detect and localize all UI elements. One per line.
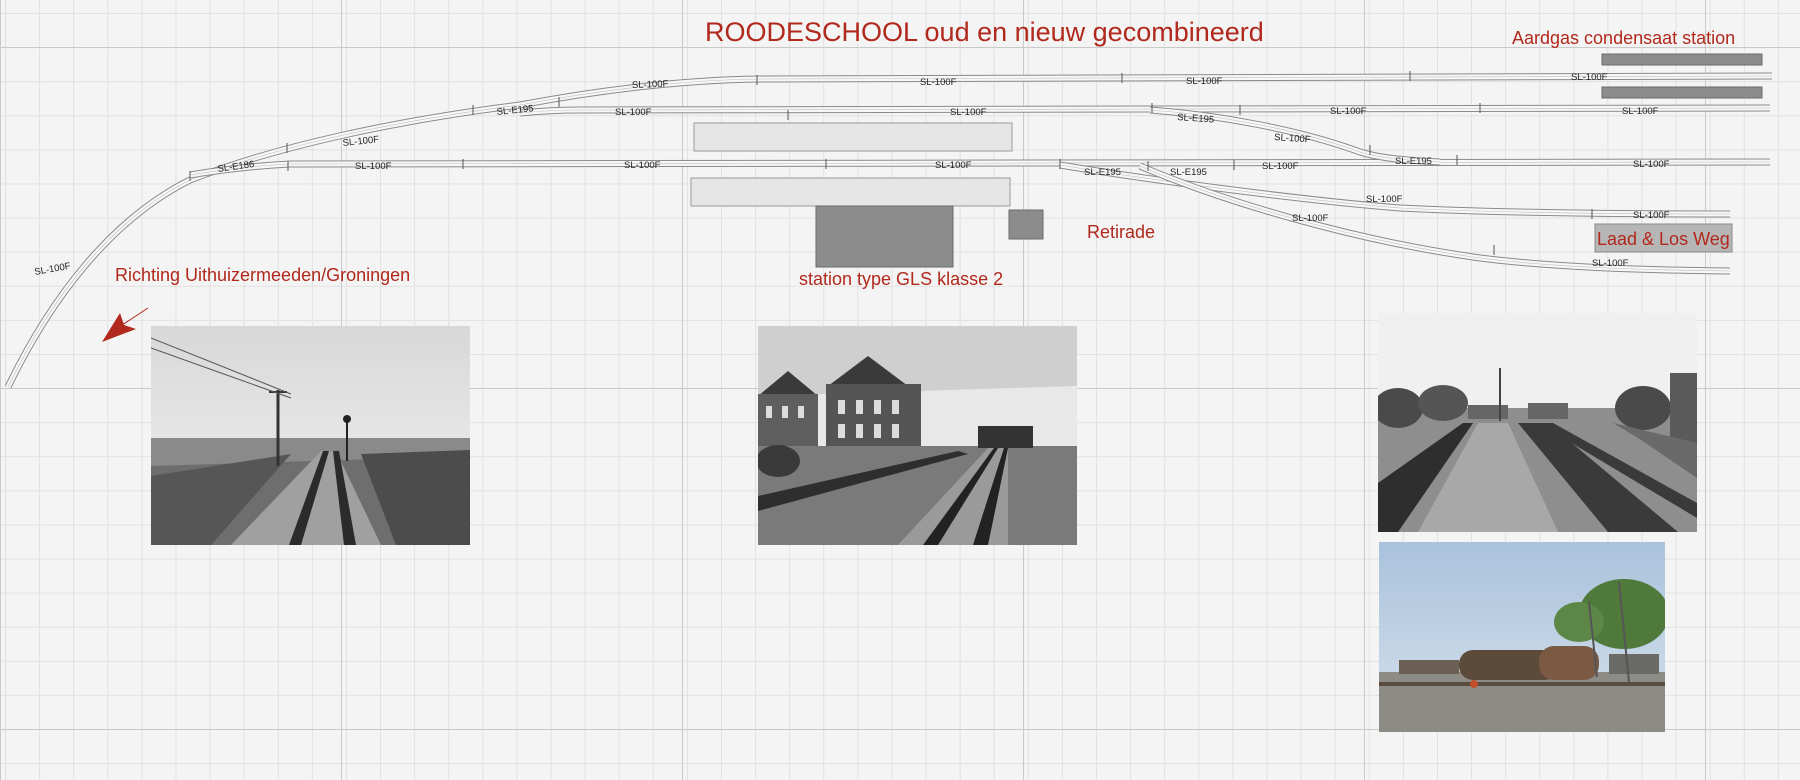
track-label: SL-100F <box>615 107 652 118</box>
track-label: SL-E195 <box>1395 156 1432 167</box>
gas-station-building-1 <box>1601 53 1763 66</box>
track-label: SL-100F <box>920 77 957 88</box>
photo-station-tracks <box>1378 313 1697 532</box>
track-label: SL-100F <box>632 79 669 91</box>
track-label: SL-100F <box>1186 76 1223 87</box>
track-label: SL-100F <box>1633 159 1670 170</box>
track-label: SL-100F <box>1633 210 1670 221</box>
photo-tank-wagons <box>1379 542 1665 732</box>
platform-upper <box>693 122 1013 152</box>
track-label: SL-100F <box>1592 258 1629 269</box>
track-label: SL-100F <box>1622 106 1659 117</box>
track-label: SL-100F <box>1330 106 1367 117</box>
track-label: SL-E195 <box>1170 167 1207 178</box>
track-label: SL-100F <box>950 107 987 118</box>
photo-level-crossing <box>151 326 470 545</box>
photo-station-building <box>758 326 1077 545</box>
direction-arrow-icon <box>102 307 149 342</box>
track-label: SL-100F <box>34 261 72 278</box>
loading-road-label: Laad & Los Weg <box>1597 229 1730 249</box>
track-label: SL-100F <box>935 160 972 171</box>
track-label: SL-100F <box>624 160 661 171</box>
platform-lower <box>690 177 1011 207</box>
track-label: SL-100F <box>1571 72 1608 83</box>
track-label: SL-E186 <box>217 159 255 175</box>
track-label: SL-100F <box>355 161 392 172</box>
gas-station-building-2 <box>1601 86 1763 99</box>
track-label: SL-100F <box>1366 194 1403 205</box>
track-label: SL-E195 <box>1177 112 1215 126</box>
track-label: SL-100F <box>1262 161 1299 172</box>
track-label: SL-E195 <box>1084 167 1121 178</box>
station-building <box>815 205 954 268</box>
track-label: SL-100F <box>1274 132 1311 146</box>
track-label: SL-100F <box>1292 213 1329 224</box>
retirade-building <box>1008 209 1044 240</box>
